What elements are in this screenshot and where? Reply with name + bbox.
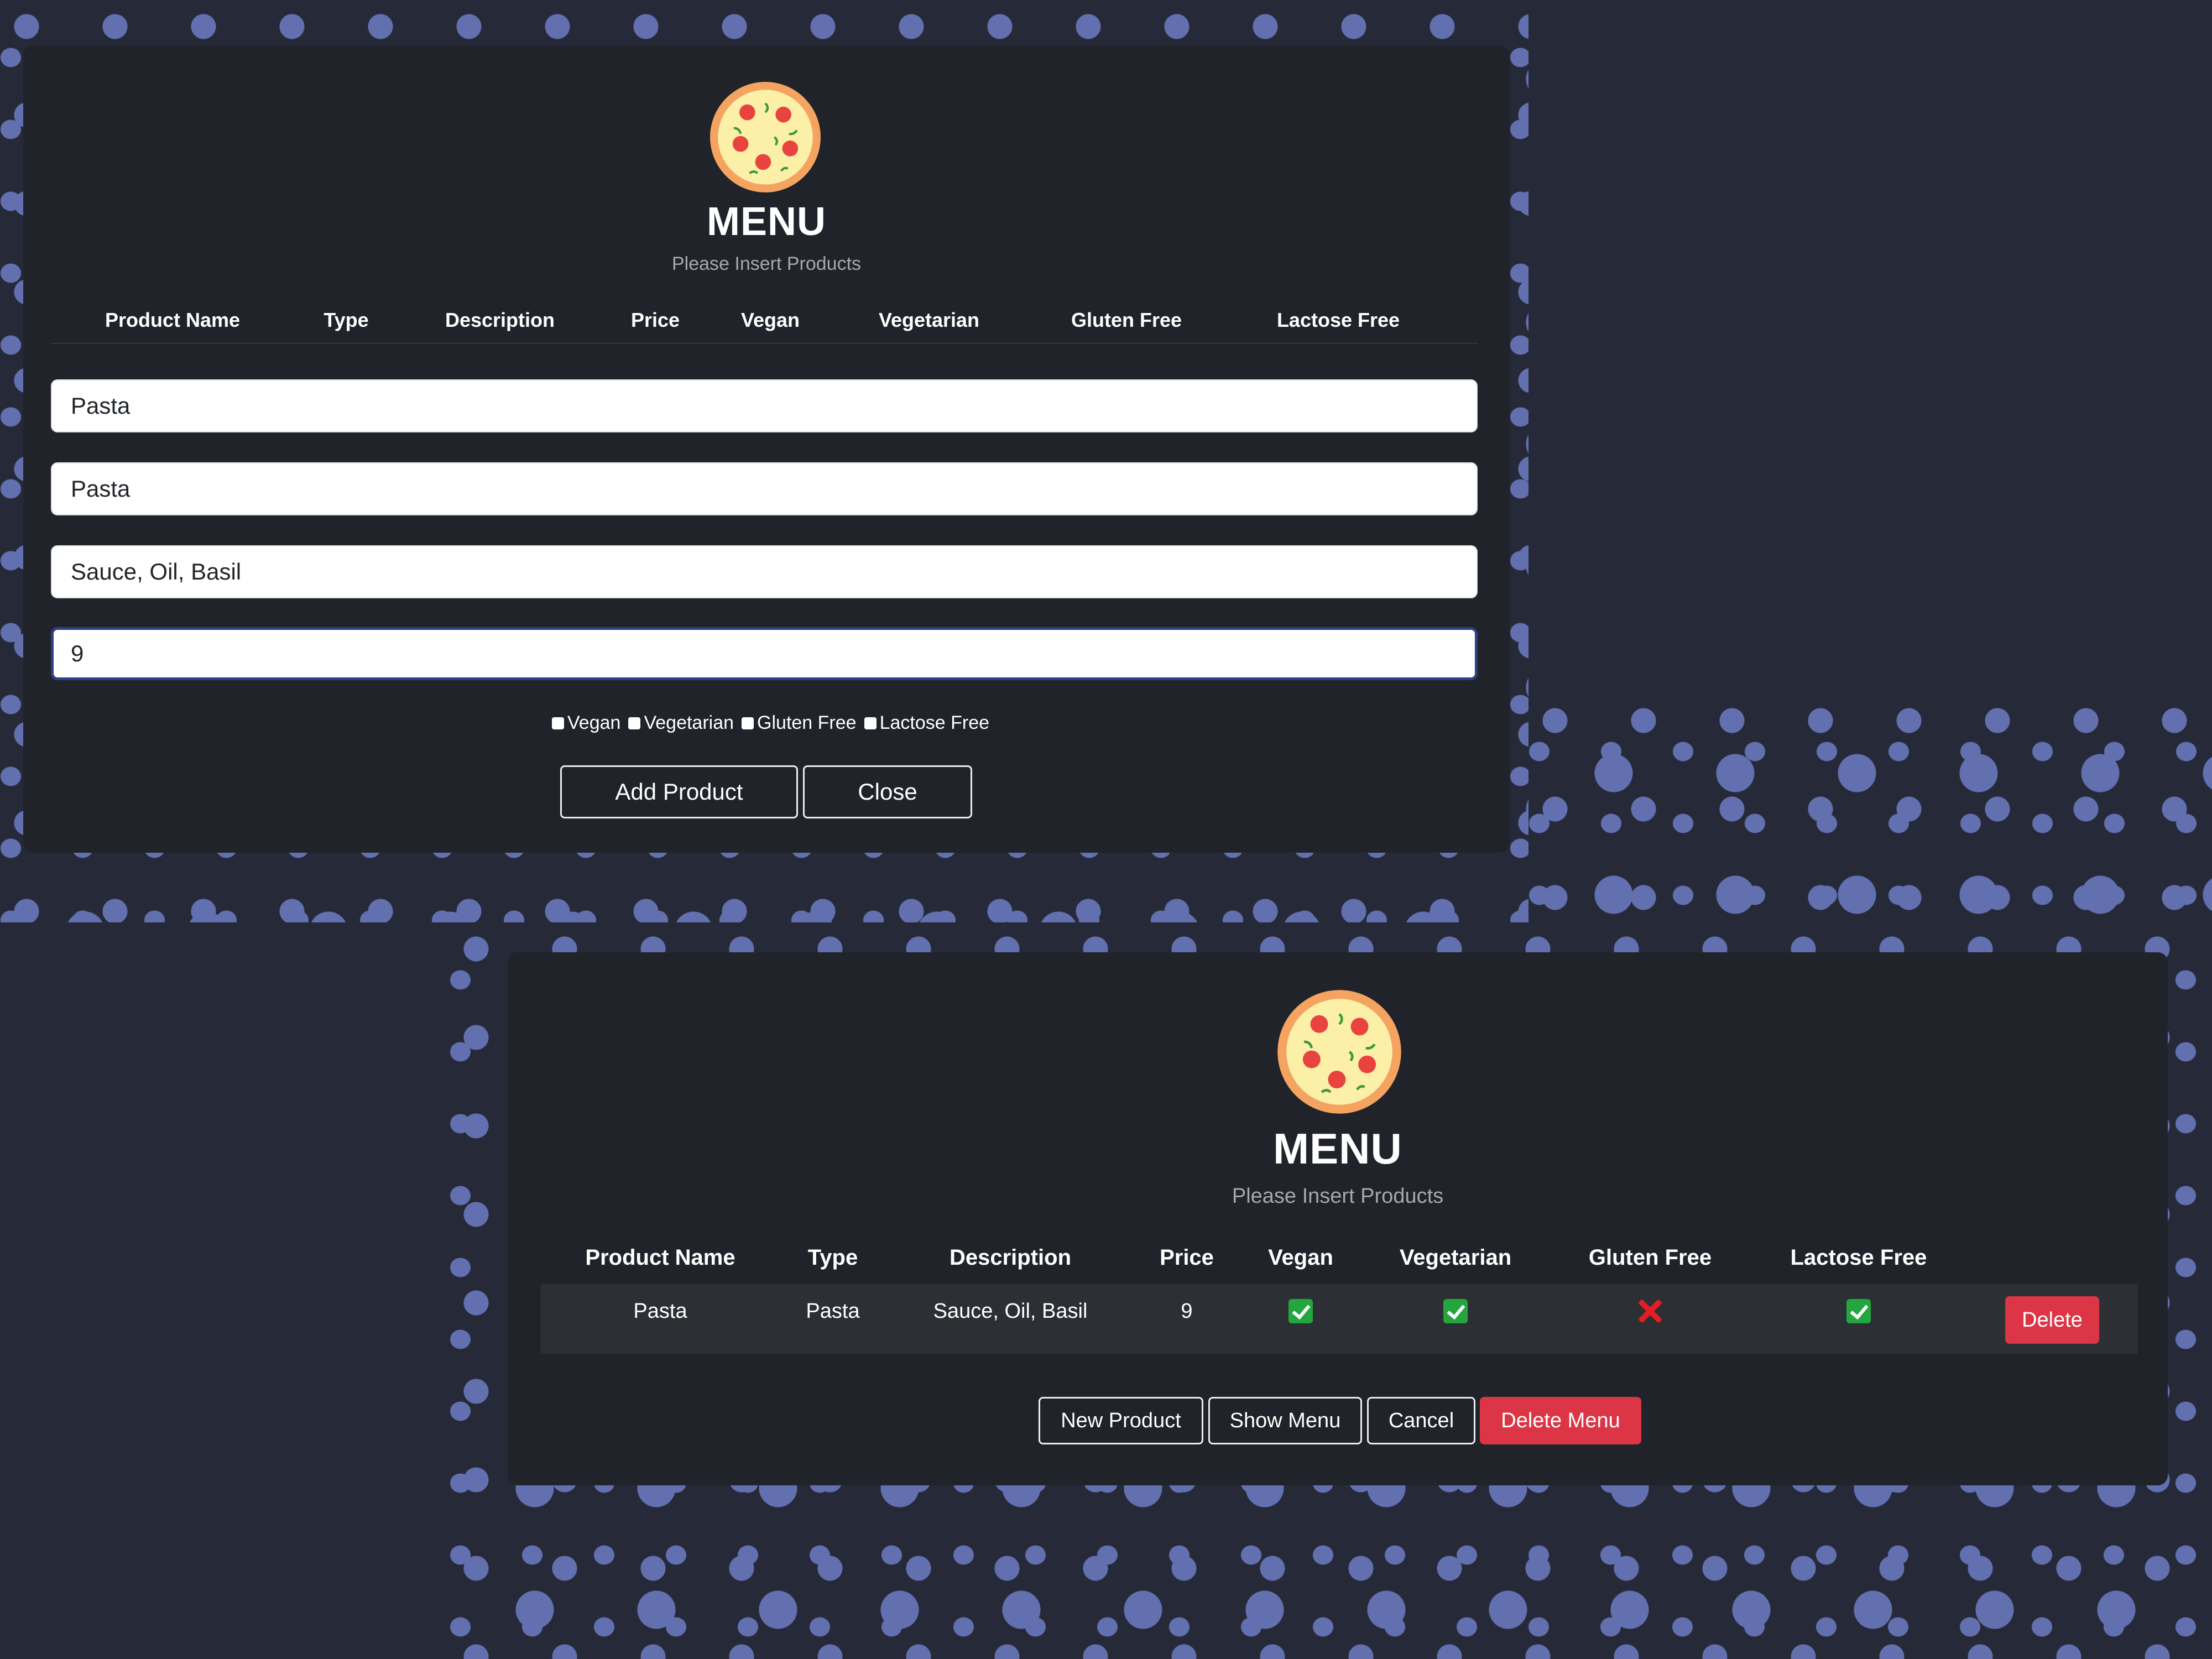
vegan-checkbox-label: Vegan [567,712,621,733]
header-gluten-free: Gluten Free [1588,1245,1712,1270]
diet-checkboxes: Vegan Vegetarian Gluten Free Lactose Fre… [547,712,989,734]
header-vegetarian: Vegetarian [878,309,980,331]
header-vegan: Vegan [1268,1245,1333,1270]
header-type: Type [324,309,369,331]
header-product-name: Product Name [105,309,241,331]
header-description: Description [949,1245,1072,1270]
pizza-icon [710,82,821,192]
header-vegetarian: Vegetarian [1399,1245,1512,1270]
delete-row-button[interactable]: Delete [2005,1296,2099,1344]
header-vegan: Vegan [740,309,800,331]
menu-title: MENU [1273,1124,1402,1173]
lactose-free-check-icon [1846,1299,1871,1323]
menu-subtitle: Please Insert Products [1232,1185,1444,1208]
new-product-button[interactable]: New Product [1039,1397,1203,1444]
add-product-button[interactable]: Add Product [560,765,798,818]
food-pattern-background [1528,694,2212,922]
table-row [541,1284,2138,1354]
cancel-button[interactable]: Cancel [1367,1397,1475,1444]
header-type: Type [807,1245,858,1270]
cell-type: Pasta [806,1300,860,1323]
vegetarian-check-icon [1443,1299,1468,1323]
gluten-free-cross-icon [1638,1299,1662,1323]
vegetarian-checkbox[interactable] [628,717,641,729]
description-input[interactable] [51,545,1478,598]
pizza-icon [1277,990,1401,1114]
cell-price: 9 [1181,1300,1193,1323]
header-lactose-free: Lactose Free [1790,1245,1927,1270]
close-button[interactable]: Close [803,765,972,818]
header-price: Price [630,309,680,331]
gluten-free-checkbox[interactable] [742,717,754,729]
vegan-check-icon [1288,1299,1313,1323]
lactose-free-checkbox-label: Lactose Free [879,712,990,733]
lactose-free-checkbox[interactable] [864,717,877,729]
header-lactose-free: Lactose Free [1276,309,1400,331]
add-product-window: MENU Please Insert Products Product Name… [23,45,1510,853]
cell-product-name: Pasta [633,1300,687,1323]
header-description: Description [445,309,555,331]
menu-subtitle: Please Insert Products [671,253,862,274]
menu-title: MENU [707,200,826,244]
table-header: Product Name Type Description Price Vega… [508,1245,2168,1273]
delete-menu-button[interactable]: Delete Menu [1480,1397,1641,1444]
header-gluten-free: Gluten Free [1071,309,1182,331]
menu-view-window: MENU Please Insert Products Product Name… [508,952,2168,1485]
header-price: Price [1160,1245,1214,1270]
vegetarian-checkbox-label: Vegetarian [644,712,734,733]
header-product-name: Product Name [585,1245,735,1270]
product-name-input[interactable] [51,379,1478,432]
show-menu-button[interactable]: Show Menu [1208,1397,1362,1444]
gluten-free-checkbox-label: Gluten Free [757,712,857,733]
table-header: Product Name Type Description Price Vega… [23,309,1510,336]
vegan-checkbox[interactable] [552,717,564,729]
cell-description: Sauce, Oil, Basil [933,1300,1088,1323]
type-input[interactable] [51,462,1478,515]
header-divider [51,343,1478,344]
price-input[interactable] [51,627,1478,680]
